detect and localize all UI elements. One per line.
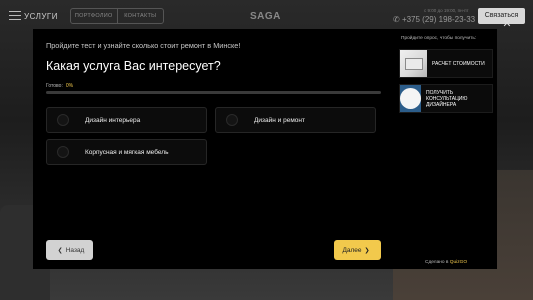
quiz-question: Какая услуга Вас интересует? xyxy=(46,59,221,73)
work-hours: с 9:00 до 19:00, пн-пт xyxy=(424,8,469,13)
nav-portfolio[interactable]: ПОРТФОЛИО xyxy=(71,9,117,23)
phone-icon: ✆ xyxy=(393,15,402,24)
progress-bar xyxy=(46,91,381,94)
option-radio[interactable] xyxy=(57,114,69,126)
header-nav: ПОРТФОЛИО КОНТАКТЫ xyxy=(70,8,164,24)
chevron-right-icon: ❯ xyxy=(364,247,370,254)
credit-prefix: Сделано в xyxy=(425,260,449,265)
bonus-card-consultation: ПОЛУЧИТЬ КОНСУЛЬТАЦИЮ ДИЗАЙНЕРА xyxy=(399,84,493,113)
progress-label: Готово: 0% xyxy=(46,83,73,89)
quiz-side-panel: Пройдите опрос, чтобы получить: РАСЧЕТ С… xyxy=(395,29,497,269)
nav-contacts[interactable]: КОНТАКТЫ xyxy=(116,9,164,23)
bonus-card-label: ПОЛУЧИТЬ КОНСУЛЬТАЦИЮ ДИЗАЙНЕРА xyxy=(426,89,468,108)
chevron-left-icon: ❮ xyxy=(57,247,63,254)
option-radio[interactable] xyxy=(57,146,69,158)
progress-percent: 0% xyxy=(65,83,74,89)
bonus-card-label: РАСЧЕТ СТОИМОСТИ xyxy=(432,60,485,67)
hamburger-icon[interactable] xyxy=(9,11,21,20)
back-button-label: Назад xyxy=(65,246,85,254)
option-radio[interactable] xyxy=(226,114,238,126)
phone-text: +375 (29) 198-23-33 xyxy=(401,15,476,24)
quiz-subtitle: Пройдите тест и узнайте сколько стоит ре… xyxy=(46,41,241,50)
back-button[interactable]: ❮ Назад xyxy=(46,240,93,260)
option-design-and-renovation[interactable]: Дизайн и ремонт xyxy=(215,107,376,133)
option-label: Корпусная и мягкая мебель xyxy=(85,148,169,156)
calculator-image xyxy=(400,50,427,77)
quiz-credit[interactable]: Сделано в QuizGO xyxy=(425,260,467,265)
progress-label-text: Готово: xyxy=(46,83,63,89)
option-interior-design[interactable]: Дизайн интерьера xyxy=(46,107,207,133)
quiz-modal: Пройдите тест и узнайте сколько стоит ре… xyxy=(33,29,395,269)
option-furniture[interactable]: Корпусная и мягкая мебель xyxy=(46,139,207,165)
credit-brand: QuizGO xyxy=(449,260,468,265)
panel-hint: Пройдите опрос, чтобы получить: xyxy=(401,36,477,41)
site-logo[interactable]: SAGA xyxy=(250,11,281,22)
consultation-image xyxy=(400,85,421,112)
option-label: Дизайн и ремонт xyxy=(254,116,305,124)
next-button-label: Далее xyxy=(342,246,362,254)
menu-label[interactable]: УСЛУГИ xyxy=(24,12,58,21)
bonus-card-cost: РАСЧЕТ СТОИМОСТИ xyxy=(399,49,493,78)
close-icon[interactable]: ✕ xyxy=(501,18,513,30)
phone-number[interactable]: ✆ +375 (29) 198-23-33 xyxy=(393,15,475,24)
option-label: Дизайн интерьера xyxy=(85,116,141,124)
next-button[interactable]: Далее ❯ xyxy=(334,240,381,260)
